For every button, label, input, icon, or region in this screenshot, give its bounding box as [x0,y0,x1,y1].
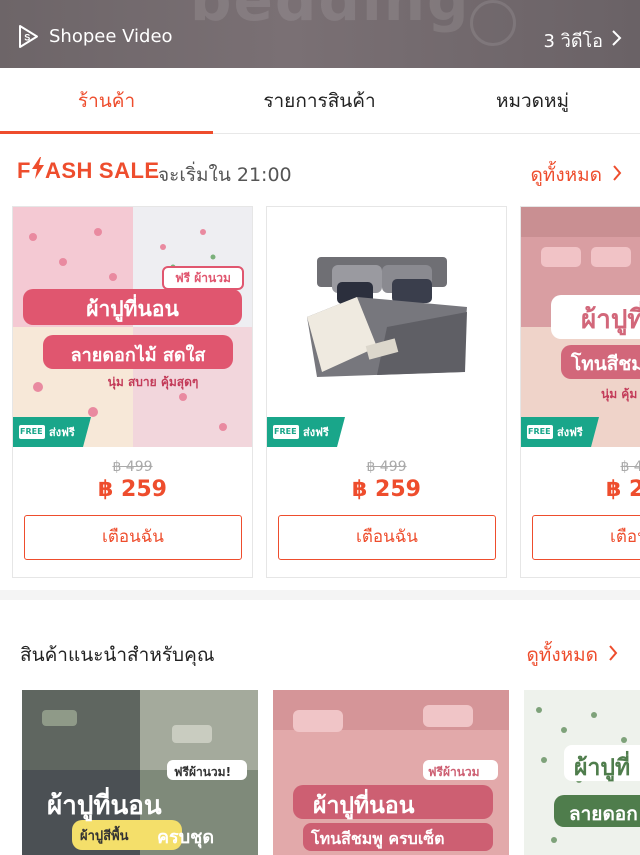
remind-me-button[interactable]: เตือนฉัน [24,515,242,560]
product-overlay-caption: นุ่ม คุ้ม [601,387,638,401]
video-count-label: 3 วิดีโอ [543,31,603,52]
free-shipping-label: ส่งฟรี [557,426,583,439]
section-divider [0,590,640,600]
video-background-text: bedding [190,0,471,34]
product-overlay-title: ผ้าปูที่นอน [86,297,179,321]
chevron-right-icon [612,164,622,187]
product-overlay-subtitle: โทนสีชมพู ครบเซ็ต [311,829,445,848]
flash-sale-product-card[interactable]: ผ้าปูที่นอน โทนสีชมพู นุ่ม คุ้ม FREE ส่ง… [520,206,640,578]
product-overlay-tag: ฟรี ผ้านวม [175,271,231,285]
flash-sale-product-card[interactable]: FREE ส่งฟรี ฿ 499 ฿ 259 เตือนฉัน [266,206,507,578]
chevron-right-icon [611,29,622,52]
flash-sale-logo: F ASH SALE [17,157,160,185]
flash-sale-see-all[interactable]: ดูทั้งหมด [530,160,622,190]
video-bar-title: Shopee Video [49,26,173,47]
sale-price: ฿ 259 [352,477,421,502]
product-overlay-tag: ฟรีผ้านวม [428,765,480,779]
shop-tabs: ร้านค้า รายการสินค้า หมวดหมู่ [0,68,640,134]
flash-logo-sale: SALE [98,158,160,183]
free-shipping-badge: FREE ส่งฟรี [13,417,91,447]
recommended-see-all[interactable]: ดูทั้งหมด [526,640,618,670]
see-all-label: ดูทั้งหมด [526,644,598,666]
sale-price: ฿ 259 [606,477,640,502]
free-shipping-label: ส่งฟรี [303,426,329,439]
recommended-product-card[interactable]: ฟรีผ้านวม! ผ้าปูที่นอน ผ้าปูสีพื้น ครบชุ… [22,690,258,855]
original-price: ฿ 499 [620,459,640,475]
video-bar-left: S Shopee Video [16,24,173,49]
video-background-shape [470,0,516,46]
shopee-video-icon: S [16,24,41,49]
product-overlay-title: ผ้าปูที่ [574,755,631,781]
product-overlay-title: ผ้าปูที่นอน [581,305,640,335]
flash-sale-carousel[interactable]: ฟรี ผ้านวม ผ้าปูที่นอน ลายดอกไม้ สดใส นุ… [12,206,640,579]
free-tag: FREE [274,427,297,436]
video-count-link[interactable]: 3 วิดีโอ [544,26,622,55]
chevron-right-icon [608,644,618,667]
recommended-product-card[interactable]: ผ้าปูที่ ลายดอก [524,690,640,855]
original-price: ฿ 499 [366,459,407,475]
product-overlay-title: ผ้าปูที่นอน [47,791,162,821]
product-overlay-tag: ฟรีผ้านวม! [174,765,232,779]
recommended-product-card[interactable]: ฟรีผ้านวม ผ้าปูที่นอน โทนสีชมพู ครบเซ็ต [273,690,509,855]
free-tag: FREE [528,427,551,436]
recommended-title: สินค้าแนะนำสำหรับคุณ [20,644,215,666]
product-overlay-subtitle: ครบชุด [157,827,215,848]
product-overlay-caption: นุ่ม สบาย คุ้มสุดๆ [107,375,199,389]
flash-sale-product-card[interactable]: ฟรี ผ้านวม ผ้าปูที่นอน ลายดอกไม้ สดใส นุ… [12,206,253,578]
product-overlay-subtitle: ลายดอกไม้ สดใส [70,345,206,366]
flash-sale-header: F ASH SALE จะเริ่มใน 21:00 ดูทั้งหมด [0,134,640,206]
free-shipping-badge: FREE ส่งฟรี [267,417,345,447]
sale-price: ฿ 259 [98,477,167,502]
flash-logo-ash: ASH [44,158,93,183]
shopee-video-bar[interactable]: bedding S Shopee Video 3 วิดีโอ [0,0,640,68]
tab-categories[interactable]: หมวดหมู่ [426,68,639,133]
free-tag: FREE [20,427,43,436]
flash-sale-start-time: จะเริ่มใน 21:00 [158,164,292,186]
product-image: ฟรี ผ้านวม ผ้าปูที่นอน ลายดอกไม้ สดใส นุ… [13,207,252,447]
product-overlay-subtitle: ลายดอก [569,803,638,825]
svg-text:S: S [24,33,30,43]
lightning-icon [31,157,45,185]
free-shipping-label: ส่งฟรี [49,426,75,439]
product-image: FREE ส่งฟรี [267,207,506,447]
recommended-carousel[interactable]: ฟรีผ้านวม! ผ้าปูที่นอน ผ้าปูสีพื้น ครบชุ… [22,690,640,855]
remind-me-button[interactable]: เตือนฉัน [532,515,640,560]
product-overlay-caption: ผ้าปูสีพื้น [80,829,129,844]
original-price: ฿ 499 [112,459,153,475]
free-shipping-badge: FREE ส่งฟรี [521,417,599,447]
flash-logo-f: F [17,158,31,183]
tab-products[interactable]: รายการสินค้า [213,68,426,133]
see-all-label: ดูทั้งหมด [530,164,602,186]
product-overlay-subtitle: โทนสีชมพู [571,353,640,375]
tab-shop[interactable]: ร้านค้า [0,68,213,134]
product-overlay-title: ผ้าปูที่นอน [313,793,415,819]
remind-me-button[interactable]: เตือนฉัน [278,515,496,560]
product-image: ผ้าปูที่นอน โทนสีชมพู นุ่ม คุ้ม FREE ส่ง… [521,207,640,447]
